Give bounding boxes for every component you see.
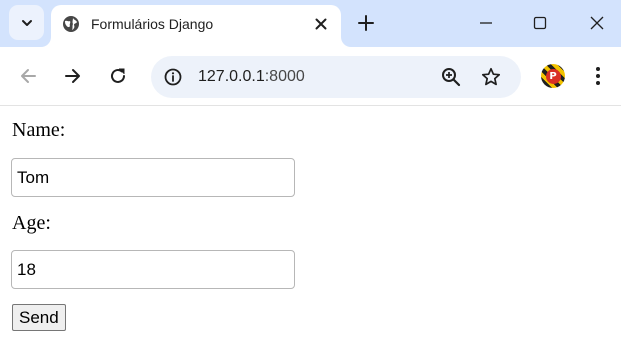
plus-icon <box>358 15 374 31</box>
close-icon <box>315 18 327 30</box>
age-field[interactable]: 18 <box>11 250 295 289</box>
maximize-button[interactable] <box>526 9 554 37</box>
reload-icon <box>111 68 125 83</box>
minimize-icon <box>480 22 492 24</box>
url-host: 127.0.0.1 <box>198 68 265 85</box>
site-info-button[interactable] <box>161 65 185 89</box>
maximize-icon <box>533 16 547 30</box>
url-port: :8000 <box>264 68 305 85</box>
page-content: Name: Tom Age: 18 Send <box>0 107 621 351</box>
new-tab-button[interactable] <box>352 9 380 37</box>
reload-button[interactable] <box>105 63 131 89</box>
more-vert-icon <box>596 67 600 85</box>
tab-close-button[interactable] <box>311 14 331 34</box>
address-bar[interactable]: 127.0.0.1:8000 <box>151 56 521 98</box>
send-button[interactable]: Send <box>12 304 66 331</box>
age-label: Age: <box>12 212 51 234</box>
zoom-button[interactable] <box>439 65 463 89</box>
chevron-down-icon <box>21 19 32 26</box>
browser-tab[interactable]: Formulários Django <box>51 5 341 47</box>
star-icon <box>481 67 501 86</box>
window-close-button[interactable] <box>583 9 611 37</box>
url-text: 127.0.0.1:8000 <box>198 68 305 86</box>
tab-strip: Formulários Django <box>0 0 621 47</box>
close-icon <box>590 16 604 30</box>
forward-button[interactable] <box>60 63 86 89</box>
browser-menu-button[interactable] <box>586 64 610 88</box>
globe-icon <box>63 16 79 32</box>
profile-letter: P <box>545 68 561 84</box>
tab-title: Formulários Django <box>91 16 214 32</box>
profile-avatar[interactable]: P <box>541 64 565 88</box>
arrow-right-icon <box>65 69 80 83</box>
minimize-button[interactable] <box>472 9 500 37</box>
browser-toolbar: 127.0.0.1:8000 P <box>0 47 621 106</box>
back-button[interactable] <box>15 63 41 89</box>
name-field[interactable]: Tom <box>11 158 295 197</box>
zoom-in-icon <box>442 68 461 87</box>
info-icon <box>164 68 182 86</box>
arrow-left-icon <box>21 69 36 83</box>
bookmark-button[interactable] <box>479 65 503 89</box>
tab-search-button[interactable] <box>9 5 44 40</box>
name-label: Name: <box>12 119 66 141</box>
